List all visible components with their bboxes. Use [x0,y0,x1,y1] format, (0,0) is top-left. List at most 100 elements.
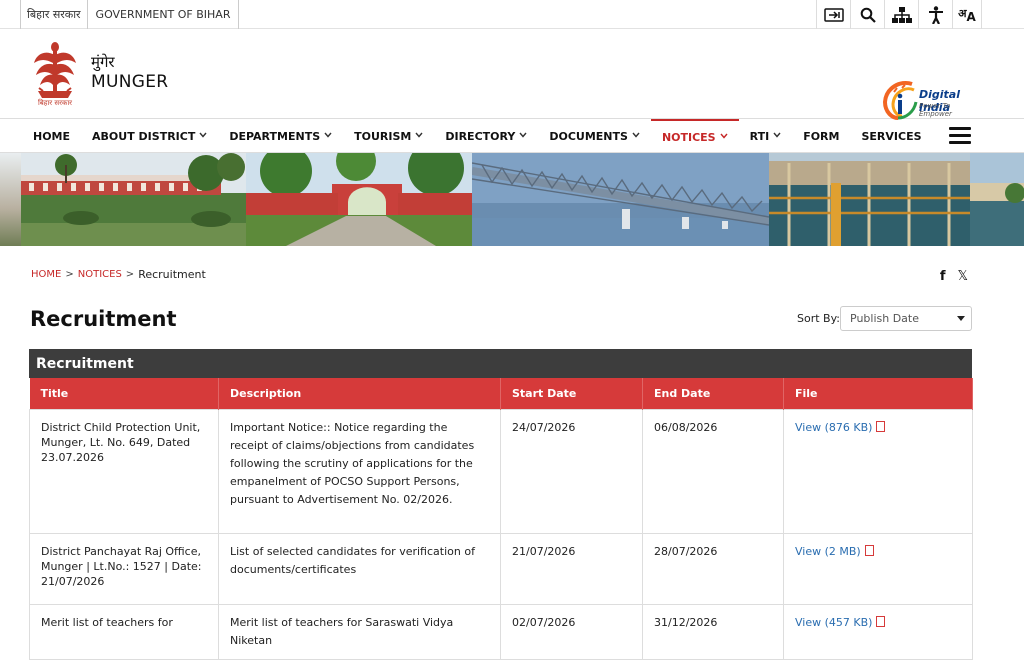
breadcrumb: HOME > NOTICES > Recruitment [31,268,206,281]
bihar-emblem-logo[interactable]: बिहार सरकार [30,41,80,111]
nav-item-directory[interactable]: DIRECTORY [434,119,538,153]
main-nav: HOME ABOUT DISTRICT DEPARTMENTS TOURISM DIRE… [0,119,1024,153]
column-header-end-date: End Date [642,378,784,409]
social-share: f 𝕏 [940,269,968,284]
nav-item-about-district[interactable]: ABOUT DISTRICT [81,119,218,153]
table-row: District Child Protection Unit, Munger, … [29,408,973,534]
breadcrumb-separator: > [65,269,74,280]
site-title[interactable]: मुंगेर MUNGER [91,53,168,93]
cell-end-date: 31/12/2026 [642,603,784,660]
column-header-file: File [783,378,973,409]
sort-label: Sort By: [797,312,841,325]
nav-item-tourism[interactable]: TOURISM [343,119,434,153]
cell-description: List of selected candidates for verifica… [218,532,501,605]
nav-item-services[interactable]: SERVICES [850,119,932,153]
banner-carousel[interactable] [0,153,1024,246]
search-icon[interactable] [850,0,884,29]
hamburger-menu-icon[interactable] [949,127,971,145]
nav-item-documents[interactable]: DOCUMENTS [538,119,651,153]
pdf-icon [876,420,886,432]
cell-file: View (876 KB) [783,408,973,534]
nav-item-label: DEPARTMENTS [229,129,321,143]
skip-to-content-icon[interactable] [816,0,850,29]
banner-image-edge [0,153,21,246]
gov-hindi: बिहार सरकार [20,0,87,29]
top-bar: बिहार सरकार GOVERNMENT OF BIHAR अA [0,0,1024,29]
banner-image-bridge [472,153,769,246]
sort-select-value: Publish Date [850,312,919,325]
nav-item-label: HOME [33,129,71,143]
cell-end-date: 06/08/2026 [642,408,784,534]
nav-items: HOME ABOUT DISTRICT DEPARTMENTS TOURISM DIRE… [22,119,933,153]
table-header-row: Title Description Start Date End Date File [29,378,973,409]
view-file-link[interactable]: View (2 MB) [795,545,861,558]
nav-item-label: ABOUT DISTRICT [92,129,196,143]
chevron-down-icon [519,131,527,141]
nav-item-form[interactable]: FORM [792,119,850,153]
caret-down-icon [957,316,965,321]
cell-file: View (2 MB) [783,532,973,605]
cell-title: District Child Protection Unit, Munger, … [29,408,219,534]
facebook-icon[interactable]: f [940,269,946,284]
breadcrumb-current: Recruitment [138,268,206,281]
cell-end-date: 28/07/2026 [642,532,784,605]
nav-item-rti[interactable]: RTI [739,119,793,153]
chevron-down-icon [720,132,728,142]
cell-start-date: 21/07/2026 [500,532,643,605]
table-row: District Panchayat Raj Office, Munger | … [29,532,973,605]
banner-image-gate [246,153,472,246]
cell-start-date: 02/07/2026 [500,603,643,660]
breadcrumb-separator: > [125,269,135,280]
page-title: Recruitment [30,307,177,331]
chevron-down-icon [324,131,332,141]
chevron-down-icon [199,131,207,141]
pdf-icon [876,615,886,627]
nav-item-label: NOTICES [661,130,716,144]
column-header-start-date: Start Date [500,378,643,409]
nav-item-label: FORM [803,129,840,143]
column-header-title: Title [29,378,219,409]
sort-select[interactable]: Publish Date [840,306,972,331]
recruitment-table: Recruitment Title Description Start Date En… [29,349,973,660]
cell-start-date: 24/07/2026 [500,408,643,534]
digital-india-logo[interactable]: Digital India Power To Empower [882,78,980,120]
view-file-link[interactable]: View (457 KB) [795,616,872,629]
cell-title: Merit list of teachers for [29,603,219,660]
nav-item-home[interactable]: HOME [22,119,81,153]
breadcrumb-notices[interactable]: NOTICES [78,269,122,280]
accessibility-icon[interactable] [918,0,952,29]
cell-description: Important Notice:: Notice regarding the … [218,408,501,534]
nav-item-notices[interactable]: NOTICES [650,119,739,153]
x-twitter-icon[interactable]: 𝕏 [958,269,968,284]
site-title-english: MUNGER [91,72,169,92]
nav-item-departments[interactable]: DEPARTMENTS [218,119,343,153]
chevron-down-icon [415,131,423,141]
cell-file: View (457 KB) [783,603,973,660]
nav-item-label: DIRECTORY [445,129,516,143]
nav-item-label: SERVICES [861,129,922,143]
gov-english: GOVERNMENT OF BIHAR [86,0,240,29]
language-icon[interactable]: अA [952,0,982,29]
government-label: बिहार सरकार GOVERNMENT OF BIHAR [20,0,240,29]
cell-description: Merit list of teachers for Saraswati Vid… [218,603,501,660]
banner-image-ghat [769,153,970,246]
site-title-hindi: मुंगेर [91,53,115,71]
nav-item-label: RTI [749,129,770,143]
pdf-icon [864,544,874,556]
table-caption: Recruitment [29,349,972,378]
chevron-down-icon [632,131,640,141]
view-file-link[interactable]: View (876 KB) [795,421,872,434]
site-header: बिहार सरकार मुंगेर MUNGER Digital India … [0,29,1024,120]
breadcrumb-home[interactable]: HOME [31,269,61,280]
table-row: Merit list of teachers for Merit list of … [29,603,973,660]
table-body: District Child Protection Unit, Munger, … [29,408,973,660]
column-header-description: Description [218,378,501,409]
banner-image-riverside [970,153,1024,246]
emblem-caption: बिहार सरकार [37,99,73,107]
accessibility-tools: अA [816,0,982,29]
chevron-down-icon [773,131,781,141]
nav-item-label: DOCUMENTS [549,129,628,143]
digital-india-tagline: Power To Empower [919,102,952,118]
sitemap-icon[interactable] [884,0,918,29]
cell-title: District Panchayat Raj Office, Munger | … [29,532,219,605]
